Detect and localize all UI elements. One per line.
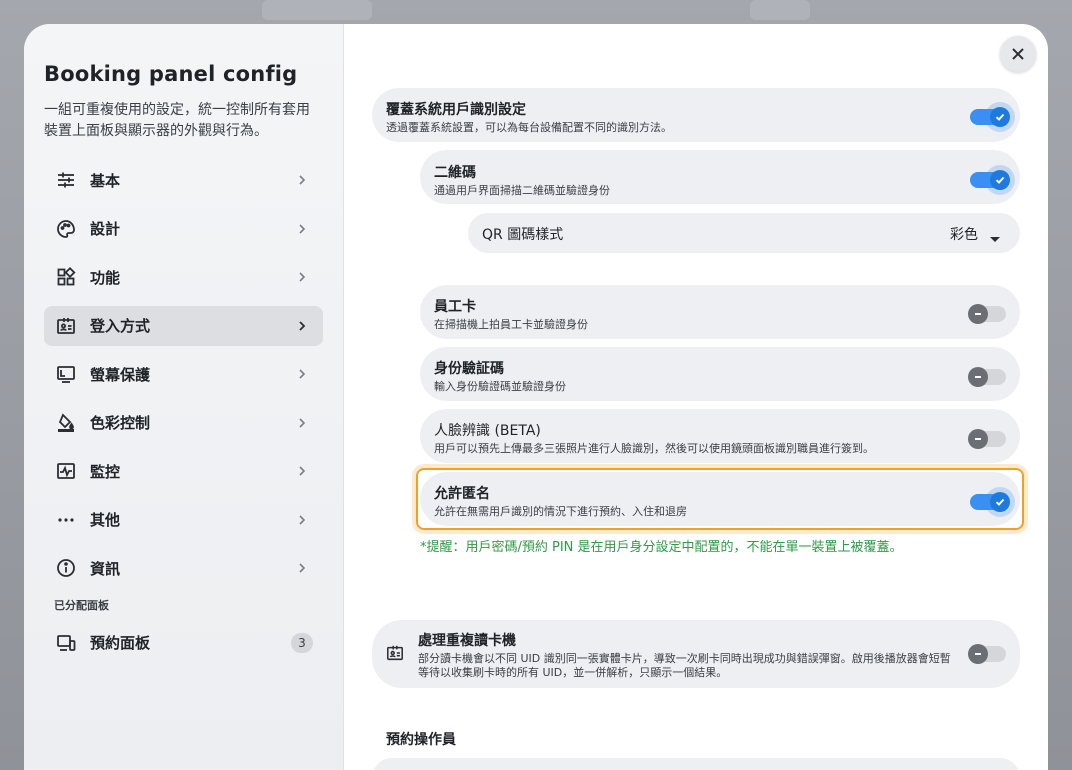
chevron-right-icon <box>295 512 309 526</box>
qr-code-toggle[interactable] <box>970 170 1010 190</box>
sidebar-item-other[interactable]: 其他 <box>44 500 323 540</box>
sidebar-item-color-control[interactable]: 色彩控制 <box>44 403 323 443</box>
caret-down-icon <box>990 229 1000 242</box>
staff-card-row: 員工卡 在掃描機上拍員工卡並驗證身份 <box>420 285 1020 339</box>
grid-icon <box>56 267 76 287</box>
close-icon <box>1012 48 1024 60</box>
face-recognition-row: 人臉辨識 (BETA) 用戶可以預先上傳最多三張照片進行人臉識別，然後可以使用鏡… <box>420 409 1020 463</box>
more-icon <box>56 510 76 530</box>
sidebar-nav: 基本 設計 功能 登入方式 螢幕保護 色彩控制 監控 其他 資訊 <box>44 160 323 588</box>
sidebar-item-info[interactable]: 資訊 <box>44 548 323 588</box>
chevron-right-icon <box>295 415 309 429</box>
dialog-description: 一組可重複使用的設定，統一控制所有套用裝置上面板與顯示器的外觀與行為。 <box>44 102 310 139</box>
staff-card-title: 員工卡 <box>434 299 476 315</box>
sidebar-item-booking-panel[interactable]: 預約面板 3 <box>44 623 323 663</box>
minus-icon <box>968 304 988 324</box>
id-code-toggle[interactable] <box>968 367 1006 387</box>
count-badge: 3 <box>291 632 313 653</box>
sidebar-item-login-method[interactable]: 登入方式 <box>44 305 323 346</box>
chevron-right-icon <box>295 318 309 332</box>
id-code-title: 身份驗証碼 <box>434 361 504 377</box>
chevron-right-icon <box>295 366 309 380</box>
qr-style-select[interactable]: QR 圖碼樣式 彩色 <box>468 213 1020 253</box>
sidebar-item-label: 設計 <box>90 220 121 238</box>
id-card-icon <box>56 316 76 336</box>
anonymous-description: 允許在無需用戶識別的情況下進行預約、入住和退房 <box>434 505 687 518</box>
operator-row <box>372 758 1020 770</box>
face-recognition-toggle[interactable] <box>968 429 1006 449</box>
monitor-icon <box>56 364 76 384</box>
qr-style-value: 彩色 <box>950 227 978 243</box>
sidebar-item-features[interactable]: 功能 <box>44 257 323 297</box>
sidebar-item-label: 登入方式 <box>90 317 151 335</box>
pulse-icon <box>56 461 76 481</box>
duplicate-reader-description-line2: 等待以收集刷卡時的所有 UID，並一併解析，只顯示一個結果。 <box>418 666 728 679</box>
chevron-right-icon <box>295 172 309 186</box>
sidebar: Booking panel config 一組可重複使用的設定，統一控制所有套用… <box>24 24 344 770</box>
override-toggle[interactable] <box>970 107 1010 127</box>
sliders-icon <box>56 170 76 190</box>
chevron-right-icon <box>295 269 309 283</box>
face-recognition-description: 用戶可以預先上傳最多三張照片進行人臉識別，然後可以使用鏡頭面板識別職員進行簽到。 <box>434 442 874 455</box>
dialog-title: Booking panel config <box>44 62 298 86</box>
main-content: 覆蓋系統用戶識別設定 透過覆蓋系統設置，可以為每台設備配置不同的識別方法。 二維… <box>344 24 1048 770</box>
qr-style-label: QR 圖碼樣式 <box>482 227 564 243</box>
operator-section-title: 預約操作員 <box>386 732 456 748</box>
info-icon <box>56 558 76 578</box>
sidebar-item-label: 基本 <box>90 171 121 190</box>
palette-icon <box>56 219 76 239</box>
duplicate-reader-toggle[interactable] <box>968 644 1006 664</box>
check-icon <box>990 107 1010 127</box>
sidebar-item-label: 功能 <box>90 268 121 287</box>
id-card-icon <box>386 644 404 662</box>
qr-code-description: 通過用戶界面掃描二維碼並驗證身份 <box>434 184 610 197</box>
override-setting-row: 覆蓋系統用戶識別設定 透過覆蓋系統設置，可以為每台設備配置不同的識別方法。 <box>372 88 1020 142</box>
minus-icon <box>968 367 988 387</box>
sidebar-item-monitoring[interactable]: 監控 <box>44 451 323 491</box>
sidebar-item-design[interactable]: 設計 <box>44 209 323 249</box>
id-code-row: 身份驗証碼 輸入身份驗證碼並驗證身份 <box>420 347 1020 401</box>
sidebar-item-label: 資訊 <box>90 559 121 578</box>
qr-code-row: 二維碼 通過用戶界面掃描二維碼並驗證身份 <box>420 150 1020 204</box>
sidebar-item-label: 螢幕保護 <box>90 365 151 384</box>
sidebar-item-basic[interactable]: 基本 <box>44 160 323 200</box>
pin-hint: *提醒：用戶密碼/預約 PIN 是在用戶身分設定中配置的，不能在單一裝置上被覆蓋… <box>420 540 903 555</box>
sidebar-item-label: 監控 <box>90 462 121 481</box>
devices-icon <box>56 633 76 653</box>
minus-icon <box>968 429 988 449</box>
sidebar-item-label: 色彩控制 <box>90 414 151 432</box>
anonymous-row: 允許匿名 允許在無需用戶識別的情況下進行預約、入住和退房 <box>420 472 1020 526</box>
duplicate-reader-title: 處理重複讀卡機 <box>418 633 516 649</box>
config-dialog: Booking panel config 一組可重複使用的設定，統一控制所有套用… <box>24 24 1048 770</box>
chevron-right-icon <box>295 221 309 235</box>
chevron-right-icon <box>295 463 309 477</box>
background-element <box>262 0 372 20</box>
sidebar-item-label: 預約面板 <box>90 634 151 652</box>
assigned-section-label: 已分配面板 <box>54 598 109 612</box>
paint-bucket-icon <box>56 412 76 433</box>
qr-code-title: 二維碼 <box>434 165 476 181</box>
face-recognition-title: 人臉辨識 (BETA) <box>434 423 541 439</box>
staff-card-toggle[interactable] <box>968 304 1006 324</box>
chevron-right-icon <box>295 560 309 574</box>
override-description: 透過覆蓋系統設置，可以為每台設備配置不同的識別方法。 <box>386 121 672 134</box>
check-icon <box>990 492 1010 512</box>
sidebar-item-label: 其他 <box>90 511 121 529</box>
duplicate-reader-row: 處理重複讀卡機 部分讀卡機會以不同 UID 識別同一張實體卡片，導致一次刷卡同時… <box>372 620 1020 688</box>
minus-icon <box>968 644 988 664</box>
background-element <box>750 0 810 20</box>
check-icon <box>990 170 1010 190</box>
anonymous-title: 允許匿名 <box>434 486 490 502</box>
close-button[interactable] <box>1000 36 1036 72</box>
staff-card-description: 在掃描機上拍員工卡並驗證身份 <box>434 318 588 331</box>
id-code-description: 輸入身份驗證碼並驗證身份 <box>434 380 566 393</box>
anonymous-toggle[interactable] <box>970 492 1010 512</box>
sidebar-item-screensaver[interactable]: 螢幕保護 <box>44 354 323 394</box>
override-title: 覆蓋系統用戶識別設定 <box>386 102 526 118</box>
